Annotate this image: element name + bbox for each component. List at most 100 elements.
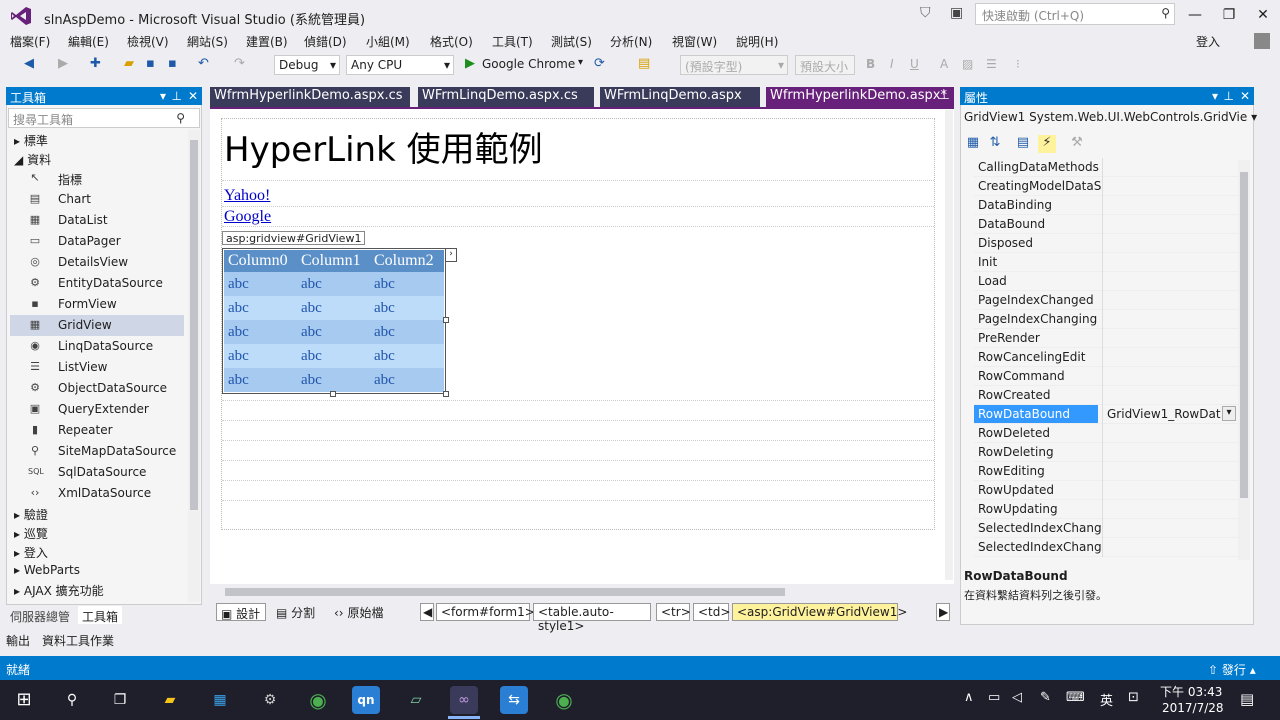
design-view-button[interactable]: ▣ 設計: [216, 603, 266, 621]
property-value[interactable]: [1102, 481, 1238, 500]
ime-indicator[interactable]: 英: [1100, 690, 1113, 709]
property-value[interactable]: [1102, 329, 1238, 348]
property-value[interactable]: [1102, 310, 1238, 329]
file-explorer-icon[interactable]: ▰: [156, 686, 184, 714]
chevron-down-icon[interactable]: ▾: [160, 89, 166, 103]
property-value[interactable]: [1102, 348, 1238, 367]
tab-hyperlink-aspx[interactable]: WfrmHyperlinkDemo.aspx* ⊥: [766, 87, 954, 107]
property-value[interactable]: [1102, 500, 1238, 519]
crumb-td[interactable]: <td>: [693, 603, 730, 621]
pin-icon[interactable]: ⊥: [172, 89, 182, 103]
crumb-prev-button[interactable]: ◀: [420, 603, 434, 621]
toolbox-item-xmldatasource[interactable]: ‹› XmlDataSource: [10, 483, 184, 504]
account-icon[interactable]: [1254, 33, 1270, 49]
property-value[interactable]: [1102, 272, 1238, 291]
toolbox-category-navigation[interactable]: ▸ 巡覽: [14, 525, 48, 542]
back-icon[interactable]: ◀: [24, 56, 34, 71]
property-value[interactable]: [1102, 367, 1238, 386]
run-target-button[interactable]: Google Chrome: [482, 57, 575, 71]
property-row-rowediting[interactable]: RowEditing: [974, 462, 1238, 481]
toolbox-search-input[interactable]: 搜尋工具箱 ⚲: [8, 108, 200, 128]
menu-team[interactable]: 小組(M): [366, 33, 410, 50]
toolbox-item-objectdatasource[interactable]: ⚙ ObjectDataSource: [10, 378, 184, 399]
property-row-rowcommand[interactable]: RowCommand: [974, 367, 1238, 386]
property-row-rowcancelingedit[interactable]: RowCancelingEdit: [974, 348, 1238, 367]
windows-start-icon[interactable]: ⊞: [10, 686, 38, 714]
toolbox-item-formview[interactable]: ▪ FormView: [10, 294, 184, 315]
filter-icon[interactable]: ⛉: [920, 5, 931, 21]
publish-button[interactable]: ⇧ 發行 ▴: [1208, 661, 1256, 678]
crumb-gridview[interactable]: <asp:GridView#GridView1>: [732, 603, 907, 621]
menu-tools[interactable]: 工具(T): [492, 33, 533, 50]
forward-icon[interactable]: ▶: [58, 56, 68, 71]
volume-icon[interactable]: ◁: [1012, 690, 1022, 705]
font-style-select[interactable]: (預設字型) ▾: [680, 55, 788, 75]
visual-studio-icon[interactable]: ∞: [450, 686, 478, 714]
pin-icon[interactable]: ⊥: [939, 88, 950, 103]
crumb-tr[interactable]: <tr>: [656, 603, 691, 621]
toolbox-scrollbar-thumb[interactable]: [190, 140, 198, 510]
chevron-down-icon[interactable]: ▾: [1222, 406, 1236, 421]
start-debug-icon[interactable]: ▶: [465, 56, 475, 71]
property-row-creatingmodeldatasc[interactable]: CreatingModelDataSc: [974, 177, 1238, 196]
property-row-pageindexchanged[interactable]: PageIndexChanged: [974, 291, 1238, 310]
highlight-icon[interactable]: ▨: [962, 57, 973, 71]
property-value[interactable]: [1102, 253, 1238, 272]
menu-debug[interactable]: 偵錯(D): [304, 33, 347, 50]
open-folder-icon[interactable]: ▰: [124, 56, 134, 71]
crumb-next-button[interactable]: ▶: [936, 603, 950, 621]
categorized-icon[interactable]: ▦: [964, 135, 982, 153]
property-row-rowcreated[interactable]: RowCreated: [974, 386, 1238, 405]
property-row-rowdeleting[interactable]: RowDeleting: [974, 443, 1238, 462]
menu-window[interactable]: 視窗(W): [672, 33, 717, 50]
property-row-selectedindexchangir[interactable]: SelectedIndexChangir: [974, 538, 1238, 557]
save-all-icon[interactable]: ▪: [168, 56, 177, 71]
property-row-prerender[interactable]: PreRender: [974, 329, 1238, 348]
toolbox-category-standard[interactable]: ▸ 標準: [14, 132, 48, 149]
alphabetical-icon[interactable]: ⇅: [986, 135, 1004, 153]
tab-toolbox[interactable]: 工具箱: [78, 606, 123, 624]
property-value[interactable]: [1102, 196, 1238, 215]
property-row-selectedindexchange[interactable]: SelectedIndexChange: [974, 519, 1238, 538]
notepad-icon[interactable]: ▱: [402, 686, 430, 714]
toolbox-item-datalist[interactable]: ▦ DataList: [10, 210, 184, 231]
tray-chevron-icon[interactable]: ∧: [964, 690, 974, 705]
search-icon[interactable]: ⚲: [58, 686, 86, 714]
align-icon[interactable]: ☰: [986, 57, 997, 71]
properties-view-icon[interactable]: ▤: [1014, 135, 1032, 153]
browser-link-icon[interactable]: ▤: [638, 56, 650, 71]
toolbox-category-webparts[interactable]: ▸ WebParts: [14, 563, 80, 577]
bold-icon[interactable]: B: [866, 57, 875, 71]
quick-launch-input[interactable]: 快速啟動 (Ctrl+Q) ⚲: [975, 3, 1175, 25]
source-view-button[interactable]: ‹› 原始檔: [330, 603, 390, 621]
property-pages-icon[interactable]: ⚒: [1068, 135, 1086, 153]
tools-app-icon[interactable]: ⚙: [256, 686, 284, 714]
chevron-down-icon[interactable]: ▾: [578, 57, 583, 68]
property-row-databinding[interactable]: DataBinding: [974, 196, 1238, 215]
smart-tag-icon[interactable]: ›: [445, 248, 457, 262]
tab-hyperlink-cs[interactable]: WfrmHyperlinkDemo.aspx.cs: [210, 87, 410, 107]
resize-handle[interactable]: [443, 391, 449, 397]
event-handler-value[interactable]: GridView1_RowDat: [1107, 407, 1221, 421]
menu-help[interactable]: 說明(H): [736, 33, 778, 50]
toolbox-item-sqldatasource[interactable]: SQL SqlDataSource: [10, 462, 184, 483]
properties-scrollbar-thumb[interactable]: [1240, 172, 1248, 498]
crumb-form[interactable]: <form#form1>: [436, 603, 535, 621]
chrome-icon[interactable]: ◉: [550, 686, 578, 714]
chrome-icon[interactable]: ◉: [304, 686, 332, 714]
property-row-init[interactable]: Init: [974, 253, 1238, 272]
property-row-rowupdating[interactable]: RowUpdating: [974, 500, 1238, 519]
bullets-icon[interactable]: ⁝: [1016, 57, 1020, 71]
menu-test[interactable]: 測試(S): [551, 33, 592, 50]
property-row-load[interactable]: Load: [974, 272, 1238, 291]
menu-edit[interactable]: 編輯(E): [68, 33, 109, 50]
network-icon[interactable]: ▭: [988, 690, 1000, 705]
keyboard-icon[interactable]: ⌨: [1066, 690, 1085, 705]
store-icon[interactable]: ▦: [206, 686, 234, 714]
property-value[interactable]: [1102, 424, 1238, 443]
property-value[interactable]: [1102, 215, 1238, 234]
toolbox-item-指標[interactable]: ↖ 指標: [10, 168, 184, 189]
restore-button[interactable]: ❐: [1212, 4, 1246, 26]
toolbox-category-ajax[interactable]: ▸ AJAX 擴充功能: [14, 582, 104, 599]
tab-output[interactable]: 輸出: [6, 632, 30, 649]
